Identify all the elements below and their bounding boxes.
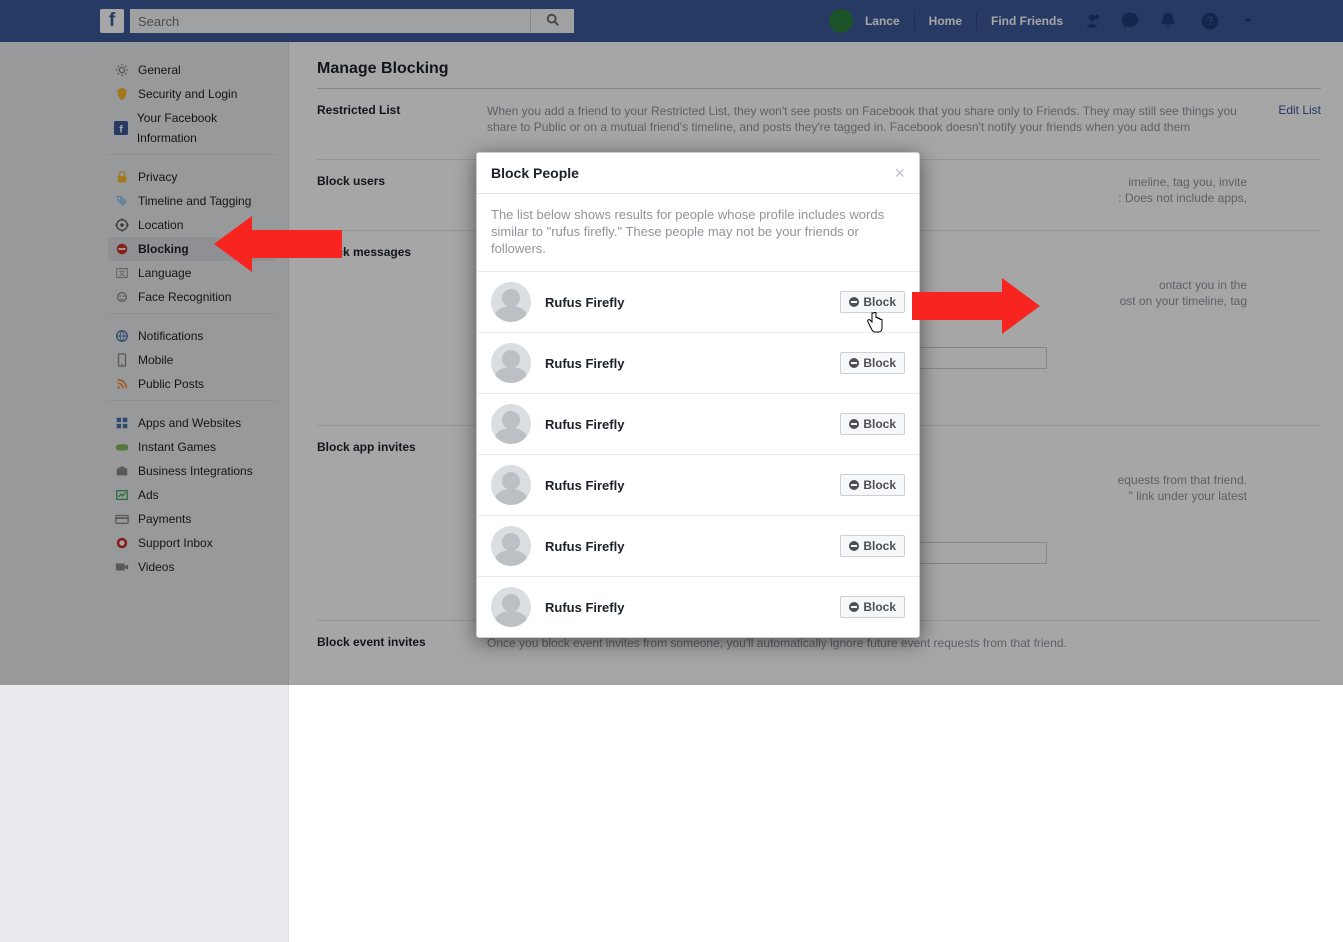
block-button-label: Block — [863, 600, 896, 614]
result-row: Rufus Firefly Block — [477, 576, 919, 637]
block-button[interactable]: Block — [840, 474, 905, 496]
minus-icon — [849, 419, 859, 429]
block-button-label: Block — [863, 478, 896, 492]
result-row: Rufus Firefly Block — [477, 271, 919, 332]
result-name: Rufus Firefly — [545, 356, 624, 371]
avatar — [491, 465, 531, 505]
block-button[interactable]: Block — [840, 352, 905, 374]
block-button-label: Block — [863, 539, 896, 553]
avatar — [491, 282, 531, 322]
avatar — [491, 587, 531, 627]
avatar — [491, 343, 531, 383]
block-button-label: Block — [863, 295, 896, 309]
block-button[interactable]: Block — [840, 535, 905, 557]
result-name: Rufus Firefly — [545, 295, 624, 310]
result-name: Rufus Firefly — [545, 600, 624, 615]
minus-icon — [849, 358, 859, 368]
close-icon[interactable]: × — [894, 166, 905, 180]
minus-icon — [849, 480, 859, 490]
result-row: Rufus Firefly Block — [477, 393, 919, 454]
block-button[interactable]: Block — [840, 413, 905, 435]
avatar — [491, 404, 531, 444]
result-row: Rufus Firefly Block — [477, 515, 919, 576]
minus-icon — [849, 602, 859, 612]
result-row: Rufus Firefly Block — [477, 454, 919, 515]
block-button-label: Block — [863, 417, 896, 431]
result-name: Rufus Firefly — [545, 417, 624, 432]
result-name: Rufus Firefly — [545, 478, 624, 493]
block-people-modal: Block People × The list below shows resu… — [476, 152, 920, 638]
result-list: Rufus FireflyBlockRufus FireflyBlockRufu… — [477, 271, 919, 637]
minus-icon — [849, 541, 859, 551]
block-button-label: Block — [863, 356, 896, 370]
result-name: Rufus Firefly — [545, 539, 624, 554]
result-row: Rufus Firefly Block — [477, 332, 919, 393]
minus-icon — [849, 297, 859, 307]
modal-title: Block People — [491, 165, 579, 181]
modal-header: Block People × — [477, 153, 919, 194]
avatar — [491, 526, 531, 566]
block-button[interactable]: Block — [840, 291, 905, 313]
modal-description: The list below shows results for people … — [477, 194, 919, 271]
block-button[interactable]: Block — [840, 596, 905, 618]
